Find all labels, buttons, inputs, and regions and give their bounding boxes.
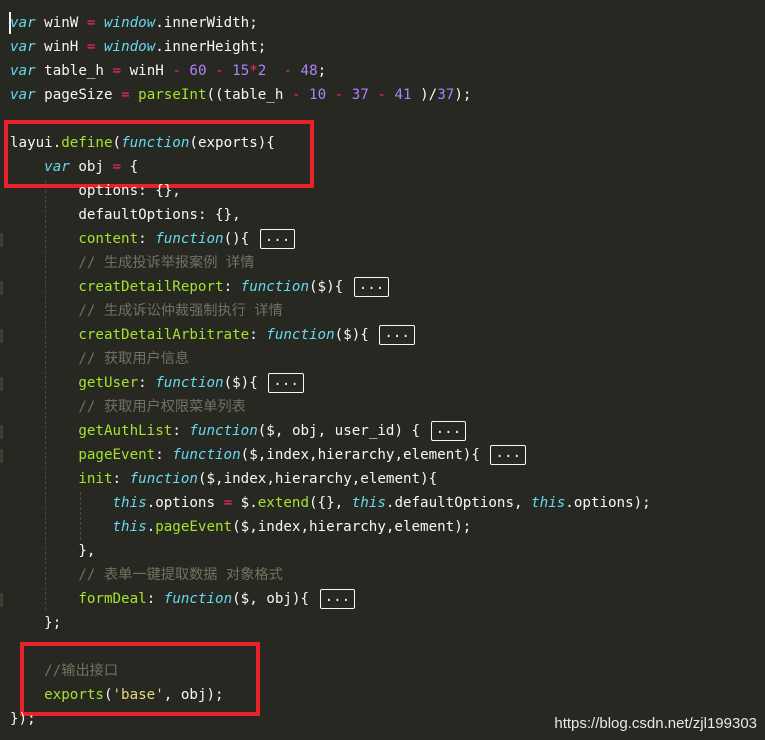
code-line[interactable]: pageEvent: function($,index,hierarchy,el… xyxy=(10,443,527,467)
code-line[interactable]: }); xyxy=(10,707,36,731)
fold-marker[interactable]: ... xyxy=(430,421,467,441)
gutter-marker xyxy=(0,281,3,295)
code-line[interactable]: this.options = $.extend({}, this.default… xyxy=(10,491,651,515)
gutter-marker xyxy=(0,449,3,463)
gutter-marker xyxy=(0,425,3,439)
code-line[interactable]: options: {}, xyxy=(10,179,181,203)
fold-marker[interactable]: ... xyxy=(268,373,304,393)
fold-marker[interactable]: ... xyxy=(353,277,390,297)
gutter-marker xyxy=(0,329,3,343)
code-line[interactable]: // 获取用户信息 xyxy=(10,347,189,371)
code-line[interactable]: var winW = window.innerWidth; xyxy=(10,11,258,35)
code-line[interactable]: var pageSize = parseInt((table_h - 10 - … xyxy=(10,83,471,107)
code-line[interactable]: defaultOptions: {}, xyxy=(10,203,240,227)
code-line[interactable]: init: function($,index,hierarchy,element… xyxy=(10,467,437,491)
fold-marker[interactable]: ... xyxy=(379,325,415,345)
code-line[interactable]: content: function(){ ... xyxy=(10,227,296,251)
code-line[interactable]: getUser: function($){ ... xyxy=(10,371,304,395)
fold-marker[interactable]: ... xyxy=(259,229,296,249)
code-line[interactable]: // 生成诉讼仲裁强制执行 详情 xyxy=(10,299,282,323)
code-line[interactable]: this.pageEvent($,index,hierarchy,element… xyxy=(10,515,472,539)
code-line[interactable]: var table_h = winH - 60 - 15*2 - 48; xyxy=(10,59,326,83)
code-line[interactable]: formDeal: function($, obj){ ... xyxy=(10,587,356,611)
gutter-marker xyxy=(0,377,3,391)
code-line[interactable]: // 表单一键提取数据 对象格式 xyxy=(10,563,282,587)
code-line[interactable]: }, xyxy=(10,539,95,563)
fold-marker[interactable]: ... xyxy=(319,589,356,609)
code-line[interactable]: var winH = window.innerHeight; xyxy=(10,35,266,59)
code-line[interactable]: var obj = { xyxy=(10,155,138,179)
code-editor[interactable]: var winW = window.innerWidth; var winH = … xyxy=(0,0,765,740)
code-line[interactable]: // 获取用户权限菜单列表 xyxy=(10,395,246,419)
code-line[interactable]: creatDetailArbitrate: function($){ ... xyxy=(10,323,415,347)
watermark-url: https://blog.csdn.net/zjl199303 xyxy=(554,715,757,732)
gutter-marker xyxy=(0,233,3,247)
code-line[interactable]: exports('base', obj); xyxy=(10,683,223,707)
code-line[interactable]: //输出接口 xyxy=(10,659,118,683)
fold-marker[interactable]: ... xyxy=(490,445,527,465)
code-line[interactable]: }; xyxy=(10,611,61,635)
gutter-marker xyxy=(0,593,3,607)
code-line[interactable]: layui.define(function(exports){ xyxy=(10,131,275,155)
code-line[interactable]: getAuthList: function($, obj, user_id) {… xyxy=(10,419,467,443)
code-line[interactable]: creatDetailReport: function($){ ... xyxy=(10,275,390,299)
code-line[interactable]: // 生成投诉举报案例 详情 xyxy=(10,251,254,275)
